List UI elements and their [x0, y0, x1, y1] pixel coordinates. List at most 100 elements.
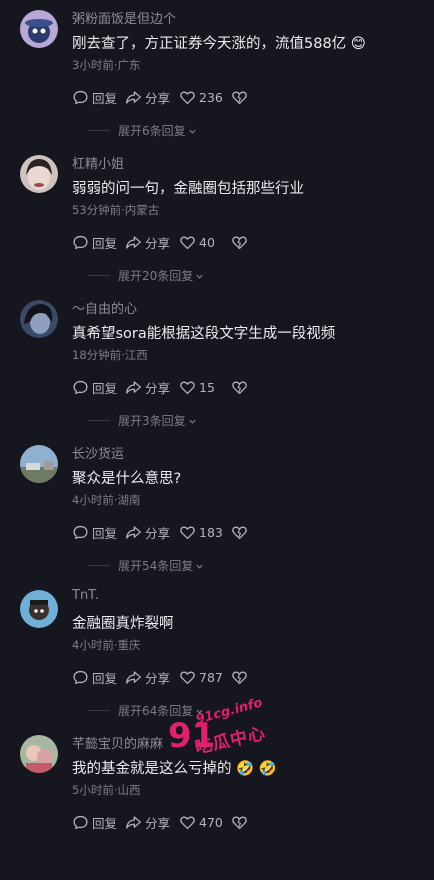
share-icon — [126, 235, 141, 249]
comment-text: 我的基金就是这么亏掉的 🤣 🤣 — [72, 761, 277, 777]
comment-actions: 回复 分享 236 — [72, 87, 412, 107]
expand-replies: 展开20条回复 — [0, 265, 434, 285]
divider-line — [88, 130, 110, 131]
heart-icon — [180, 236, 195, 249]
chevron-down-icon — [189, 419, 196, 424]
comment-time: 4小时前 — [72, 493, 114, 507]
expand-replies-button[interactable]: 展开3条回复 — [118, 412, 197, 429]
comment-actions: 回复 分享 15 — [72, 377, 412, 397]
comment-location: 湖南 — [117, 493, 141, 507]
comment-meta: 3小时前·广东 — [72, 57, 140, 73]
expand-replies-button[interactable]: 展开64条回复 — [118, 702, 204, 719]
like-count: 183 — [199, 524, 223, 540]
reply-icon — [73, 380, 88, 394]
comment-meta: 5小时前·山西 — [72, 782, 140, 798]
share-icon — [126, 670, 141, 684]
like-button[interactable]: 40 — [179, 232, 215, 252]
share-button[interactable]: 分享 — [125, 232, 170, 252]
heart-icon — [180, 816, 195, 829]
dislike-heart-icon — [232, 671, 247, 684]
comment-location: 江西 — [124, 348, 148, 362]
reply-button[interactable]: 回复 — [72, 812, 117, 832]
like-button[interactable]: 470 — [179, 812, 223, 832]
reply-label: 回复 — [92, 90, 118, 106]
share-icon — [126, 380, 141, 394]
comment-time: 5小时前 — [72, 783, 114, 797]
avatar[interactable] — [20, 735, 58, 773]
comment-text: 金融圈真炸裂啊 — [72, 616, 174, 632]
comment-username[interactable]: 杠精小姐 — [72, 153, 124, 172]
like-button[interactable]: 183 — [179, 522, 223, 542]
dislike-button[interactable] — [231, 87, 251, 107]
reply-label: 回复 — [92, 525, 118, 541]
expand-replies-button[interactable]: 展开6条回复 — [118, 122, 197, 139]
like-button[interactable]: 787 — [179, 667, 223, 687]
share-icon — [126, 815, 141, 829]
comment-item: 粥粉面饭是但边个 刚去查了，方正证券今天涨的，流值588亿 😊 3小时前·广东 回复 分… — [0, 10, 434, 155]
dislike-button[interactable] — [231, 232, 251, 252]
heart-icon — [180, 91, 195, 104]
comment-username[interactable]: TnT. — [72, 588, 99, 603]
expand-replies-button[interactable]: 展开20条回复 — [118, 267, 204, 284]
avatar[interactable] — [20, 300, 58, 338]
comment-username[interactable]: 〜自由的心 — [72, 298, 137, 317]
reply-button[interactable]: 回复 — [72, 377, 117, 397]
avatar[interactable] — [20, 10, 58, 48]
share-button[interactable]: 分享 — [125, 377, 170, 397]
dislike-heart-icon — [232, 236, 247, 249]
dislike-button[interactable] — [231, 812, 251, 832]
share-button[interactable]: 分享 — [125, 522, 170, 542]
reply-button[interactable]: 回复 — [72, 667, 117, 687]
dislike-button[interactable] — [231, 377, 251, 397]
dislike-heart-icon — [232, 381, 247, 394]
comment-username[interactable]: 芊懿宝贝的麻麻 — [72, 733, 163, 752]
divider-line — [88, 275, 110, 276]
comment-item: TnT. 金融圈真炸裂啊 4小时前·重庆 回复 分享 787 展开64条回复 — [0, 588, 434, 735]
like-count: 15 — [199, 379, 215, 395]
comment-item: 杠精小姐 弱弱的问一句，金融圈包括那些行业 53分钟前·内蒙古 回复 分享 40 展开20条… — [0, 155, 434, 300]
share-label: 分享 — [145, 525, 171, 541]
comment-time: 53分钟前 — [72, 203, 122, 217]
dislike-button[interactable] — [231, 667, 251, 687]
chevron-down-icon — [189, 129, 196, 134]
share-label: 分享 — [145, 815, 171, 831]
comment-username[interactable]: 粥粉面饭是但边个 — [72, 8, 176, 27]
comment-location: 内蒙古 — [124, 203, 160, 217]
reply-button[interactable]: 回复 — [72, 232, 117, 252]
comment-text: 真希望sora能根据这段文字生成一段视频 — [72, 326, 336, 342]
expand-replies-label: 展开6条回复 — [118, 124, 186, 138]
share-label: 分享 — [145, 90, 171, 106]
reply-button[interactable]: 回复 — [72, 87, 117, 107]
avatar[interactable] — [20, 590, 58, 628]
like-count: 787 — [199, 669, 223, 685]
chevron-down-icon — [196, 564, 203, 569]
heart-icon — [180, 671, 195, 684]
avatar[interactable] — [20, 155, 58, 193]
chevron-down-icon — [196, 709, 203, 714]
like-button[interactable]: 15 — [179, 377, 215, 397]
reply-button[interactable]: 回复 — [72, 522, 117, 542]
expand-replies-label: 展开64条回复 — [118, 704, 194, 718]
dislike-heart-icon — [232, 816, 247, 829]
comment-username[interactable]: 长沙货运 — [72, 443, 124, 462]
dislike-button[interactable] — [231, 522, 251, 542]
comment-time: 3小时前 — [72, 58, 114, 72]
comment-time: 18分钟前 — [72, 348, 122, 362]
share-button[interactable]: 分享 — [125, 812, 170, 832]
like-count: 236 — [199, 89, 223, 105]
expand-replies-label: 展开20条回复 — [118, 269, 194, 283]
comment-location: 山西 — [117, 783, 141, 797]
comment-text: 弱弱的问一句，金融圈包括那些行业 — [72, 181, 304, 197]
like-count: 470 — [199, 814, 223, 830]
avatar[interactable] — [20, 445, 58, 483]
share-button[interactable]: 分享 — [125, 667, 170, 687]
comment-item: 〜自由的心 真希望sora能根据这段文字生成一段视频 18分钟前·江西 回复 分享 15 展… — [0, 300, 434, 445]
share-button[interactable]: 分享 — [125, 87, 170, 107]
expand-replies: 展开3条回复 — [0, 410, 434, 430]
reply-icon — [73, 670, 88, 684]
comment-location: 重庆 — [117, 638, 141, 652]
like-button[interactable]: 236 — [179, 87, 223, 107]
divider-line — [88, 420, 110, 421]
expand-replies-button[interactable]: 展开54条回复 — [118, 557, 204, 574]
comment-item: 长沙货运 聚众是什么意思? 4小时前·湖南 回复 分享 183 展开54条回复 — [0, 445, 434, 590]
